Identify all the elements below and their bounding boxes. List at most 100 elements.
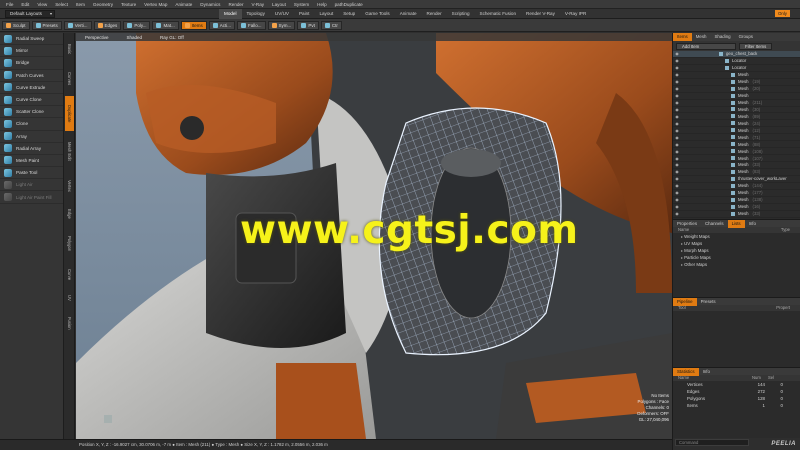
toolbar-button-presets[interactable]: Presets	[31, 20, 62, 30]
add-item-button[interactable]: Add Item	[676, 42, 736, 50]
visibility-eye-icon[interactable]: ◉	[673, 197, 681, 202]
item-list-row[interactable]: ◉ Mesh (24)	[673, 120, 800, 128]
visibility-eye-icon[interactable]: ◉	[673, 128, 681, 133]
visibility-eye-icon[interactable]: ◉	[673, 176, 681, 181]
layout-tab-model[interactable]: Model	[219, 9, 242, 19]
item-list-row[interactable]: ◉ Locator	[673, 65, 800, 72]
menu-item-render[interactable]: Render	[224, 0, 247, 9]
menu-item-geometry[interactable]: Geometry	[89, 0, 117, 9]
visibility-eye-icon[interactable]: ◉	[673, 142, 681, 147]
vtab-edge[interactable]: Edge	[65, 203, 74, 225]
layout-tab-game-tools[interactable]: Game Tools	[360, 9, 394, 19]
visibility-eye-icon[interactable]: ◉	[673, 107, 681, 112]
tab-presets[interactable]: Presets	[697, 298, 720, 306]
menu-item-view[interactable]: View	[33, 0, 51, 9]
visibility-eye-icon[interactable]: ◉	[673, 149, 681, 154]
tab-channels[interactable]: Channels	[701, 220, 728, 228]
map-group-particle-maps[interactable]: Particle Maps	[673, 254, 800, 261]
map-group-weight-maps[interactable]: Weight Maps	[673, 233, 800, 240]
visibility-eye-icon[interactable]: ◉	[673, 121, 681, 126]
menu-item-edit[interactable]: Edit	[17, 0, 33, 9]
layout-tab-scripting[interactable]: Scripting	[447, 9, 475, 19]
vtab-duplicate[interactable]: Duplicate	[65, 95, 74, 131]
visibility-eye-icon[interactable]: ◉	[673, 156, 681, 161]
item-list-row[interactable]: ◉ Mesh (108)	[673, 148, 800, 156]
item-list-row[interactable]: ◉ Mesh (20)	[673, 86, 800, 93]
item-list-row[interactable]: ◉ Mesh (33)	[673, 211, 800, 218]
toolbar-button-fallo-[interactable]: Fallo...	[237, 20, 266, 30]
menu-item-vertex-map[interactable]: Vertex Map	[140, 0, 171, 9]
layout-tab-schematic-fusion[interactable]: Schematic Fusion	[475, 9, 522, 19]
vtab-curve[interactable]: Curve	[65, 262, 74, 287]
layout-tab-paint[interactable]: Paint	[294, 9, 314, 19]
tool-mesh-paint[interactable]: Mesh Paint	[0, 155, 63, 168]
map-group-morph-maps[interactable]: Morph Maps	[673, 247, 800, 254]
toolbar-button-items[interactable]: Items	[180, 20, 207, 30]
visibility-eye-icon[interactable]: ◉	[673, 114, 681, 119]
visibility-eye-icon[interactable]: ◉	[673, 183, 681, 188]
vtab-mesh-edit[interactable]: Mesh Edit	[65, 134, 74, 169]
menu-item-help[interactable]: Help	[313, 0, 330, 9]
vtab-uv[interactable]: UV	[65, 290, 74, 307]
tab-mesh[interactable]: Mesh	[692, 33, 711, 41]
menu-item-animate[interactable]: Animate	[171, 0, 196, 9]
item-list-row[interactable]: ◉ Mesh	[673, 93, 800, 100]
tool-scatter-clone[interactable]: Scatter Clone	[0, 106, 63, 119]
statistics-row[interactable]: Vertices 144 0	[673, 381, 800, 388]
toolbar-button-ctr[interactable]: Ctr	[320, 20, 342, 30]
item-list-row[interactable]: ◉ Mesh (144)	[673, 183, 800, 190]
menu-item-select[interactable]: Select	[51, 0, 72, 9]
map-group-uv-maps[interactable]: UV Maps	[673, 240, 800, 247]
visibility-eye-icon[interactable]: ◉	[673, 135, 681, 140]
only-tag[interactable]: Only	[774, 10, 790, 17]
toolbar-button-verti-[interactable]: Verti...	[63, 20, 92, 30]
tool-light-air[interactable]: Light Air	[0, 179, 63, 192]
map-group-other-maps[interactable]: Other Maps	[673, 261, 800, 268]
layout-tab-setup[interactable]: Setup	[338, 9, 360, 19]
toolbar-button-poly-[interactable]: Poly...	[123, 20, 151, 30]
menu-item-texture[interactable]: Texture	[117, 0, 140, 9]
toolbar-button-sculpt[interactable]: Sculpt	[2, 20, 30, 30]
toolbar-button-edges[interactable]: Edges	[93, 20, 122, 30]
vtab-fusion[interactable]: Fusion	[65, 310, 74, 338]
tool-curve-extrude[interactable]: Curve Extrude	[0, 82, 63, 94]
item-list-row[interactable]: ◉ Mesh (177)	[673, 190, 800, 197]
visibility-eye-icon[interactable]: ◉	[673, 100, 681, 105]
item-list-row[interactable]: ◉ thruster-cover_workLaver	[673, 176, 800, 183]
menu-item-system[interactable]: System	[290, 0, 313, 9]
tab-shading[interactable]: Shading	[710, 33, 734, 41]
menu-item-v-ray[interactable]: V-Ray	[248, 0, 269, 9]
item-list-row[interactable]: ◉ geo_chest_back	[673, 51, 800, 58]
visibility-eye-icon[interactable]: ◉	[673, 162, 681, 167]
viewport-option-2[interactable]: Ray GL: Off	[151, 35, 193, 40]
visibility-eye-icon[interactable]: ◉	[673, 169, 681, 174]
visibility-eye-icon[interactable]: ◉	[673, 65, 681, 70]
toolbar-button-mat-[interactable]: Mat...	[152, 20, 179, 30]
3d-viewport[interactable]: Perspective Shaded Ray GL: Off www.cgtsj…	[76, 33, 672, 439]
item-list-row[interactable]: ◉ Locator	[673, 58, 800, 65]
visibility-eye-icon[interactable]: ◉	[673, 93, 681, 98]
tool-curve-clone[interactable]: Curve Clone	[0, 94, 63, 107]
tab-groups[interactable]: Groups	[735, 33, 757, 41]
vtab-curves[interactable]: Curves	[65, 65, 74, 93]
tool-clone[interactable]: Clone	[0, 118, 63, 131]
tool-radial-sweep[interactable]: Radial Sweep	[0, 33, 63, 46]
vtab-vertex[interactable]: Vertex	[65, 172, 74, 200]
item-list-row[interactable]: ◉ Mesh (138)	[673, 197, 800, 204]
item-list-row[interactable]: ◉ Mesh (30)	[673, 107, 800, 114]
layout-tab-uv-uv[interactable]: UV/UV	[270, 9, 294, 19]
visibility-eye-icon[interactable]: ◉	[673, 190, 681, 195]
layout-dropdown[interactable]: Default Layouts	[5, 9, 55, 18]
item-list-row[interactable]: ◉ Mesh	[673, 72, 800, 79]
visibility-eye-icon[interactable]: ◉	[673, 79, 681, 84]
menu-item-dynamics[interactable]: Dynamics	[196, 0, 224, 9]
item-list-row[interactable]: ◉ Mesh (211)	[673, 100, 800, 107]
filter-items-button[interactable]: Filter Items	[739, 42, 773, 50]
tool-array[interactable]: Array	[0, 131, 63, 143]
menu-item-item[interactable]: Item	[72, 0, 89, 9]
item-list[interactable]: ◉ geo_chest_back ◉ Locator ◉ Locator ◉ Mesh ◉ Mes…	[673, 51, 800, 219]
vtab-polygon[interactable]: Polygon	[65, 228, 74, 258]
item-list-row[interactable]: ◉ Mesh (71)	[673, 134, 800, 142]
item-list-row[interactable]: ◉ Mesh (33)	[673, 162, 800, 169]
statistics-row[interactable]: Edges 272 0	[673, 388, 800, 395]
